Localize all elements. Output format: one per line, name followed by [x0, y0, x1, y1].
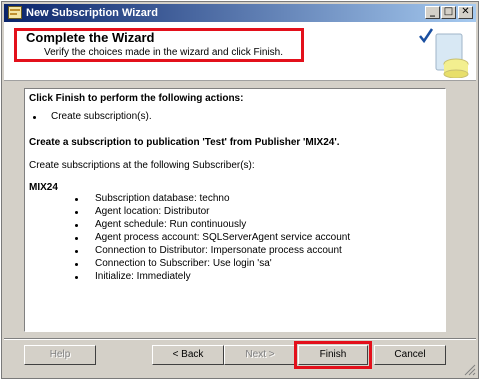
page-title: Complete the Wizard [26, 30, 155, 45]
help-button[interactable]: Help [24, 345, 96, 365]
minimize-button[interactable]: _ [425, 6, 440, 19]
next-button-label: Next > [245, 349, 275, 360]
back-button[interactable]: < Back [152, 345, 224, 365]
footer-separator [4, 338, 476, 340]
summary-panel[interactable]: Click Finish to perform the following ac… [24, 88, 446, 332]
resize-grip-icon[interactable] [464, 364, 476, 376]
detail-item: Connection to Subscriber: Use login 'sa' [95, 258, 272, 269]
page-subtitle: Verify the choices made in the wizard an… [44, 47, 283, 58]
wizard-app-icon [8, 6, 22, 19]
bullet [75, 211, 78, 214]
bullet [75, 250, 78, 253]
wizard-window: New Subscription Wizard _ □ ✕ Complete t… [1, 1, 479, 379]
back-button-label: < Back [172, 349, 204, 360]
bullet [33, 116, 36, 119]
detail-item: Agent location: Distributor [95, 206, 210, 217]
publication-line: Create a subscription to publication 'Te… [29, 137, 340, 148]
wizard-graphic [419, 28, 469, 78]
bullet [75, 237, 78, 240]
action-item: Create subscription(s). [51, 111, 152, 122]
detail-item: Initialize: Immediately [95, 271, 191, 282]
detail-item: Agent process account: SQLServerAgent se… [95, 232, 351, 243]
wizard-header: Complete the Wizard Verify the choices m… [4, 22, 476, 81]
database-icon [435, 33, 469, 78]
cancel-button-label: Cancel [394, 349, 426, 360]
maximize-button[interactable]: □ [441, 6, 456, 19]
close-button[interactable]: ✕ [458, 6, 473, 19]
title-bar[interactable]: New Subscription Wizard _ □ ✕ [4, 4, 476, 22]
finish-highlight-box [294, 341, 372, 369]
next-button[interactable]: Next > [224, 345, 296, 365]
subscriber-intro: Create subscriptions at the following Su… [29, 160, 255, 171]
bullet [75, 198, 78, 201]
cancel-button[interactable]: Cancel [374, 345, 446, 365]
help-button-label: Help [49, 349, 71, 360]
detail-item: Subscription database: techno [95, 193, 230, 204]
detail-item: Connection to Distributor: Impersonate p… [95, 245, 342, 256]
actions-heading: Click Finish to perform the following ac… [29, 93, 244, 104]
bullet [75, 263, 78, 266]
bullet [75, 224, 78, 227]
subscriber-name: MIX24 [29, 182, 58, 193]
window-title: New Subscription Wizard [26, 7, 158, 19]
detail-item: Agent schedule: Run continuously [95, 219, 247, 230]
checkmark-icon [419, 28, 434, 44]
bullet [75, 276, 78, 279]
